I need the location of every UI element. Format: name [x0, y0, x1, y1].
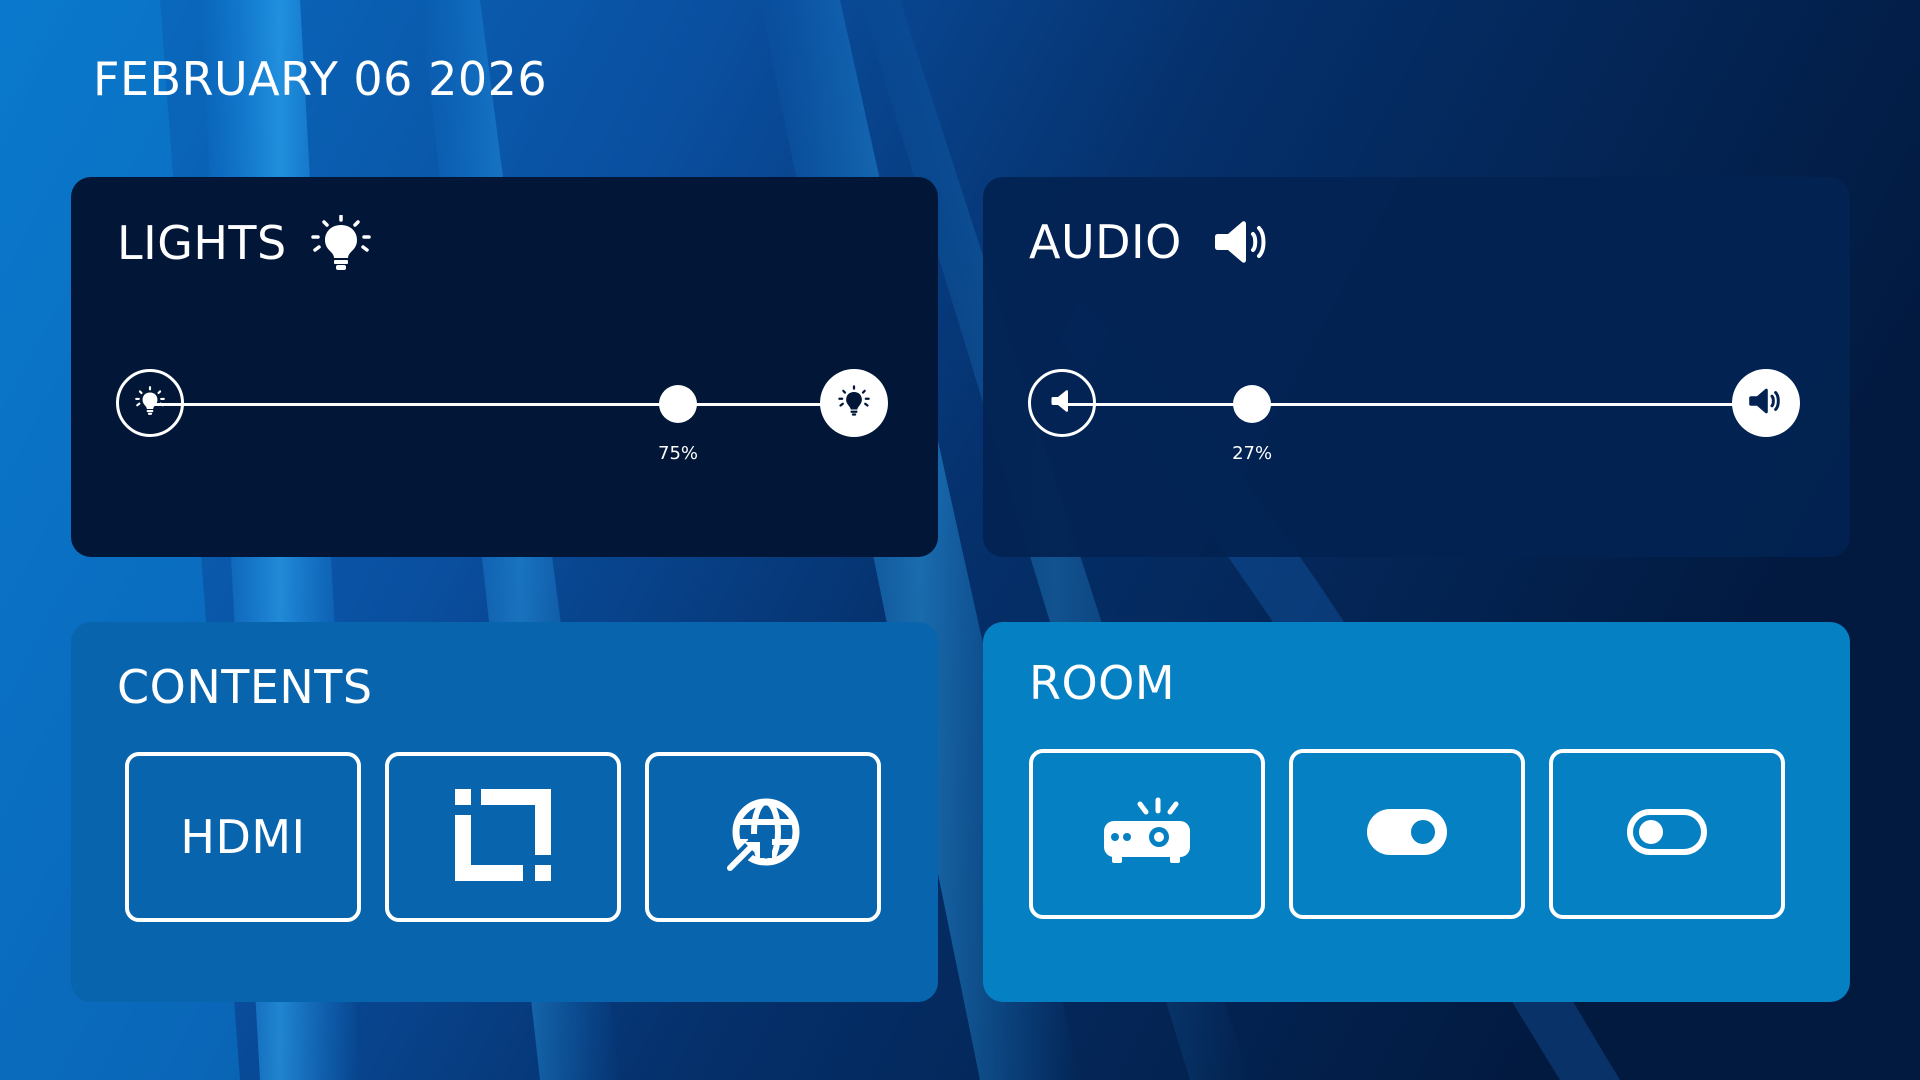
lightbulb-icon [309, 215, 373, 271]
speaker-icon [1214, 217, 1272, 267]
hdmi-label: HDMI [180, 810, 306, 864]
audio-level-label: 27% [1232, 443, 1273, 464]
volume-up-button[interactable] [1732, 369, 1800, 437]
lights-slider-thumb[interactable] [659, 385, 697, 423]
contents-panel: CONTENTS HDMI [71, 622, 938, 1002]
projector-button[interactable] [1029, 749, 1265, 919]
audio-slider[interactable]: 27% [1028, 369, 1800, 464]
audio-title: AUDIO [1029, 215, 1272, 269]
audio-panel: AUDIO 27% [983, 177, 1850, 557]
toggle-on-button[interactable] [1289, 749, 1525, 919]
hdmi-button[interactable]: HDMI [125, 752, 361, 922]
audio-slider-thumb[interactable] [1233, 385, 1272, 423]
contents-title: CONTENTS [117, 660, 373, 714]
date-header: FEBRUARY 06 2026 [93, 52, 548, 106]
lights-dim-button[interactable] [116, 369, 184, 437]
room-title: ROOM [1029, 656, 1176, 710]
volume-down-button[interactable] [1028, 369, 1096, 437]
audio-title-text: AUDIO [1029, 215, 1182, 269]
lights-level-label: 75% [657, 443, 699, 464]
web-browser-button[interactable] [645, 752, 881, 922]
volume-up-icon [1748, 386, 1784, 420]
projector-icon [1102, 797, 1192, 871]
room-tiles [1029, 749, 1785, 919]
lightbulb-bright-icon [836, 385, 872, 421]
room-panel: ROOM [983, 622, 1850, 1002]
lights-slider[interactable]: 75% [116, 369, 888, 464]
volume-down-icon [1051, 389, 1073, 417]
audio-slider-track[interactable] [1063, 403, 1765, 406]
toggle-on-icon [1367, 809, 1447, 859]
lightbulb-dim-icon [133, 386, 167, 420]
screen-share-button[interactable] [385, 752, 621, 922]
lights-bright-button[interactable] [820, 369, 888, 437]
toggle-off-button[interactable] [1549, 749, 1785, 919]
toggle-off-icon [1627, 809, 1707, 859]
lights-title-text: LIGHTS [117, 216, 287, 270]
lights-panel: LIGHTS 75% [71, 177, 938, 557]
contents-tiles: HDMI [125, 752, 881, 922]
web-globe-icon [721, 798, 800, 877]
lights-title: LIGHTS [117, 215, 373, 271]
screen-share-icon [455, 789, 551, 885]
lights-slider-track[interactable] [151, 403, 853, 406]
